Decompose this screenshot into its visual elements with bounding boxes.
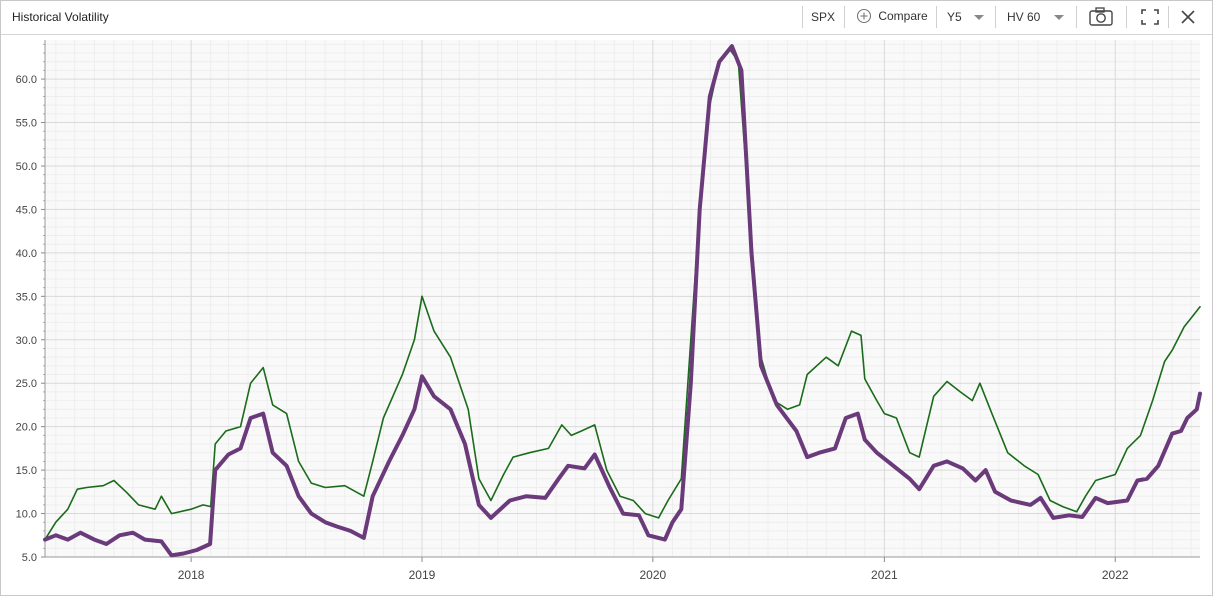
compare-label: Compare — [878, 9, 928, 23]
camera-icon — [1089, 7, 1113, 26]
toolbar-separator — [1168, 6, 1169, 28]
x-tick-label: 2019 — [409, 568, 436, 582]
fullscreen-button[interactable] — [1137, 5, 1163, 29]
window-title: Historical Volatility — [12, 10, 109, 24]
toolbar: Historical Volatility SPX Compare Y5 HV … — [1, 1, 1212, 35]
y-tick-label: 50.0 — [16, 161, 37, 173]
x-tick-label: 2020 — [640, 568, 667, 582]
chevron-down-icon — [973, 15, 984, 21]
y-tick-label: 5.0 — [22, 552, 37, 564]
y-tick-label: 15.0 — [16, 465, 37, 477]
screenshot-button[interactable] — [1088, 5, 1114, 29]
chevron-down-icon — [1054, 15, 1065, 21]
y-tick-label: 55.0 — [16, 118, 37, 130]
x-tick-label: 2018 — [178, 568, 205, 582]
measure-value: HV 60 — [1007, 10, 1041, 24]
y-tick-label: 45.0 — [16, 204, 37, 216]
y-tick-label: 30.0 — [16, 335, 37, 347]
toolbar-separator — [995, 6, 996, 28]
compare-button[interactable]: Compare — [856, 8, 928, 24]
y-tick-label: 35.0 — [16, 291, 37, 303]
period-dropdown[interactable]: Y5 — [947, 10, 984, 24]
toolbar-separator — [1076, 6, 1077, 28]
toolbar-separator — [844, 6, 845, 28]
measure-dropdown[interactable]: HV 60 — [1007, 10, 1065, 24]
y-tick-label: 20.0 — [16, 422, 37, 434]
x-tick-label: 2021 — [871, 568, 898, 582]
y-tick-label: 40.0 — [16, 248, 37, 260]
symbol-selector[interactable]: SPX — [811, 10, 835, 24]
x-tick-label: 2022 — [1102, 568, 1129, 582]
toolbar-separator — [802, 6, 803, 28]
plot-background — [45, 40, 1200, 557]
chart-area: 5.0 10.0 15.0 20.0 25.0 30.0 35.0 40.0 45.0 50.0 5… — [1, 35, 1212, 595]
expand-icon — [1141, 9, 1159, 25]
volatility-chart: 5.0 10.0 15.0 20.0 25.0 30.0 35.0 40.0 45.0 50.0 5… — [16, 40, 1202, 582]
y-tick-label: 25.0 — [16, 378, 37, 390]
y-tick-label: 10.0 — [16, 509, 37, 521]
volatility-window: Historical Volatility SPX Compare Y5 HV … — [0, 0, 1213, 596]
plus-circle-icon — [856, 8, 872, 24]
toolbar-separator — [936, 6, 937, 28]
period-value: Y5 — [947, 10, 962, 24]
close-icon — [1181, 10, 1195, 24]
close-button[interactable] — [1175, 5, 1201, 29]
toolbar-separator — [1126, 6, 1127, 28]
y-tick-label: 60.0 — [16, 74, 37, 86]
